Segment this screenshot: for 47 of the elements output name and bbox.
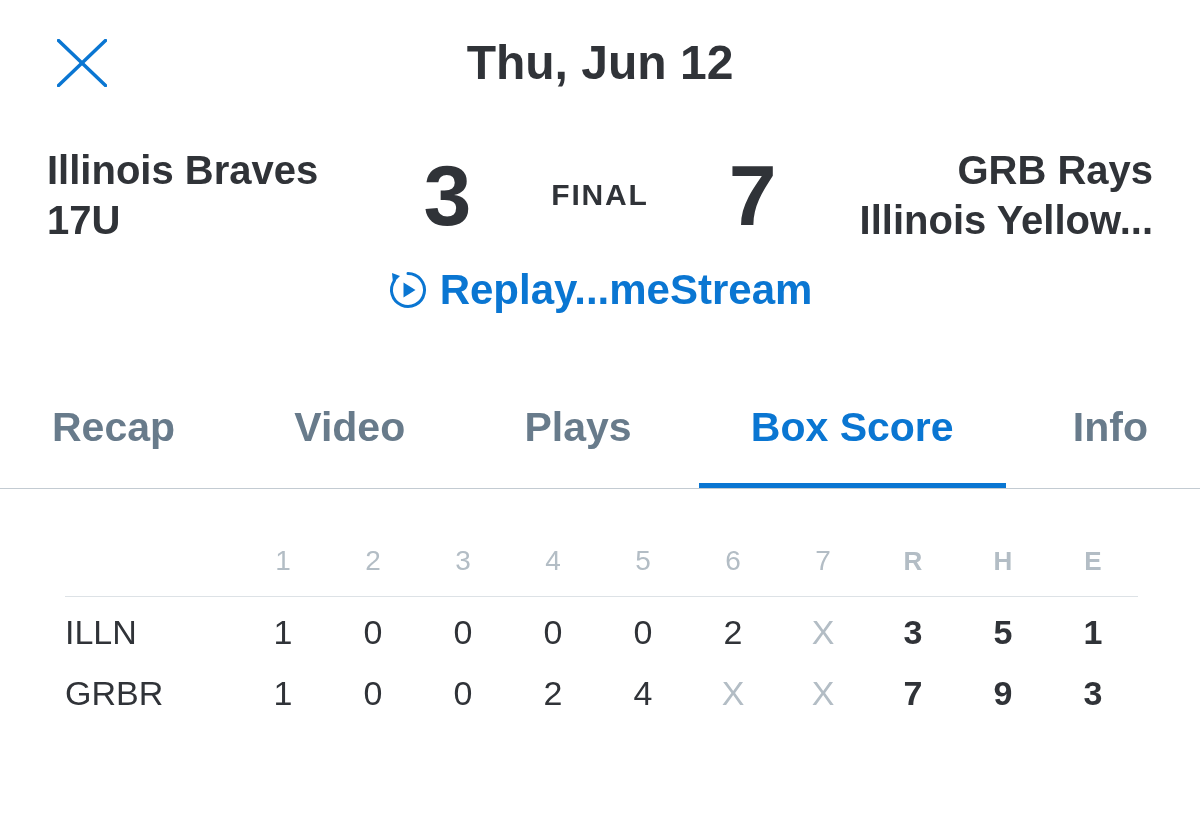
tab[interactable]: Info — [1020, 384, 1200, 488]
team-score: 7 — [728, 150, 777, 240]
score-cell: 4 — [633, 672, 653, 713]
column-header: 5 — [635, 544, 651, 577]
column-header: 3 — [455, 544, 471, 577]
score-cell: 1 — [273, 672, 293, 713]
close-button[interactable] — [57, 39, 107, 87]
score-cell: 3 — [1083, 672, 1103, 713]
column-header: 1 — [275, 544, 291, 577]
tab[interactable]: Plays — [472, 384, 684, 488]
score-cell: X — [811, 672, 835, 713]
game-status: FINAL — [551, 177, 649, 213]
tab[interactable]: Recap — [0, 384, 228, 488]
team-abbreviation: ILLN — [65, 611, 137, 652]
column-header: 4 — [545, 544, 561, 577]
score-cell: 0 — [453, 611, 473, 652]
column-header: 7 — [815, 544, 831, 577]
score-cell: 1 — [1083, 611, 1103, 652]
tab[interactable]: Video — [242, 384, 458, 488]
score-cell: X — [721, 672, 745, 713]
team-name: Illinois Braves 17U — [47, 147, 319, 244]
score-cell: 2 — [543, 672, 563, 713]
replay-link[interactable]: Replay...meStream — [387, 265, 813, 315]
team-name: GRB Rays Illinois Yellow... — [859, 147, 1153, 244]
score-cell: 3 — [903, 611, 923, 652]
score-cell: 9 — [993, 672, 1013, 713]
score-cell: X — [811, 611, 835, 652]
score-cell: 2 — [723, 611, 743, 652]
column-header: 6 — [725, 544, 741, 577]
score-cell: 5 — [993, 611, 1013, 652]
game-date-title: Thu, Jun 12 — [466, 35, 734, 91]
column-header: R — [903, 544, 923, 577]
score-cell: 0 — [633, 611, 653, 652]
replay-icon — [387, 270, 428, 310]
score-cell: 0 — [453, 672, 473, 713]
column-header: H — [993, 544, 1013, 577]
score-cell: 0 — [363, 611, 383, 652]
score-cell: 0 — [363, 672, 383, 713]
column-header: 2 — [365, 544, 381, 577]
column-header: E — [1084, 544, 1102, 577]
score-cell: 1 — [273, 611, 293, 652]
team-abbreviation: GRBR — [65, 672, 164, 713]
score-cell: 0 — [543, 611, 563, 652]
close-icon — [57, 39, 107, 87]
team-score: 3 — [423, 150, 472, 240]
score-cell: 7 — [903, 672, 923, 713]
tab[interactable]: Box Score — [698, 384, 1006, 488]
